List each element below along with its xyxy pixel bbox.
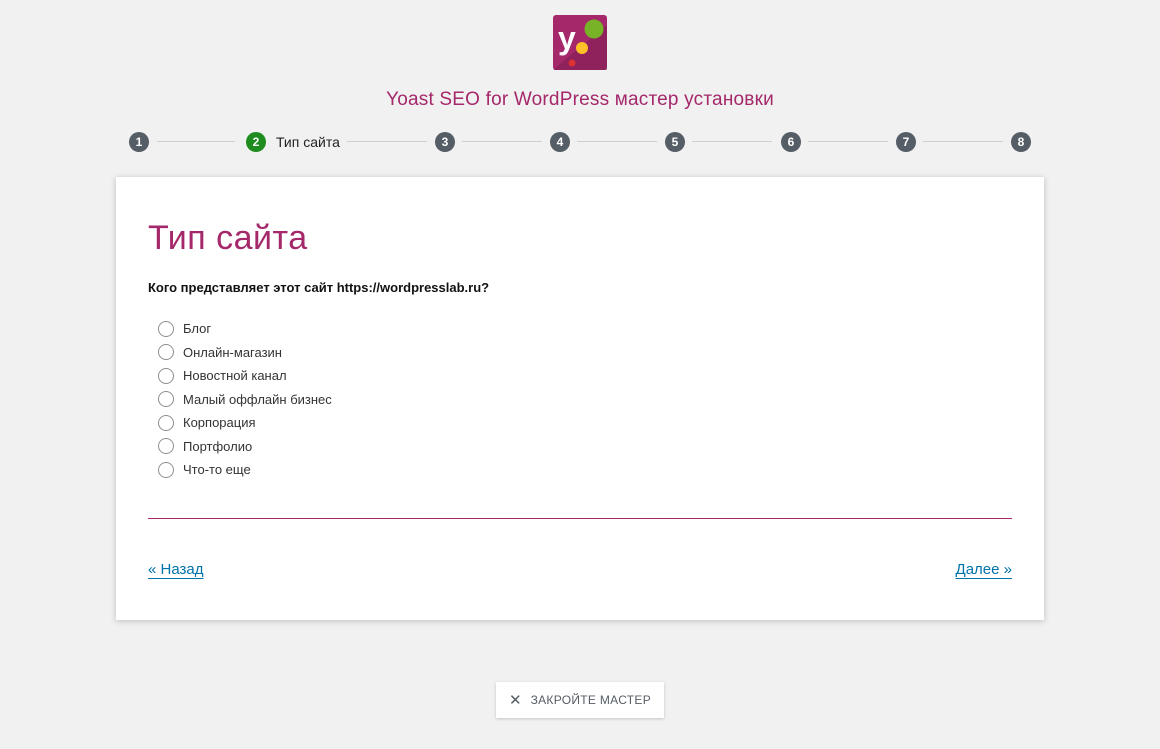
wizard-stepper: 1 2 Тип сайта 3 4 5 6 7 8: [0, 131, 1160, 153]
option-blog[interactable]: Блог: [158, 317, 332, 341]
option-label: Новостной канал: [183, 368, 287, 384]
radio-button[interactable]: [158, 344, 174, 361]
step-connector: [692, 141, 772, 142]
step-connector: [157, 141, 235, 142]
step-connector: [923, 141, 1003, 142]
step-5[interactable]: 5: [665, 132, 685, 152]
option-label: Что-то еще: [183, 462, 251, 478]
option-label: Онлайн-магазин: [183, 344, 282, 360]
option-news-channel[interactable]: Новостной канал: [158, 364, 332, 388]
radio-button[interactable]: [158, 438, 174, 455]
option-corporation[interactable]: Корпорация: [158, 411, 332, 435]
step-4[interactable]: 4: [550, 132, 570, 152]
step-connector: [462, 141, 542, 142]
site-type-question: Кого представляет этот сайт https://word…: [148, 280, 490, 295]
radio-button[interactable]: [158, 391, 174, 408]
step-connector: [347, 141, 427, 142]
yoast-logo-icon: y: [553, 15, 607, 70]
radio-button[interactable]: [158, 367, 174, 384]
close-icon: ✕: [508, 691, 522, 709]
option-portfolio[interactable]: Портфолио: [158, 435, 332, 459]
step-6[interactable]: 6: [781, 132, 801, 152]
option-label: Корпорация: [183, 415, 256, 431]
step-1[interactable]: 1: [129, 132, 149, 152]
active-step-label: Тип сайта: [276, 134, 340, 150]
option-label: Малый оффлайн бизнес: [183, 391, 332, 407]
close-wizard-button[interactable]: ✕ ЗАКРОЙТЕ МАСТЕР: [496, 682, 664, 718]
option-label: Портфолио: [183, 438, 253, 454]
step-2-active[interactable]: 2: [246, 132, 266, 152]
step-connector: [577, 141, 657, 142]
close-wizard-label: ЗАКРОЙТЕ МАСТЕР: [530, 693, 652, 707]
site-type-options: Блог Онлайн-магазин Новостной канал Малы…: [158, 317, 332, 482]
wizard-card: Тип сайта Кого представляет этот сайт ht…: [116, 177, 1044, 620]
next-link[interactable]: Далее »: [956, 561, 1012, 578]
radio-button[interactable]: [158, 461, 174, 478]
radio-button[interactable]: [158, 414, 174, 431]
card-divider: [148, 518, 1012, 519]
option-label: Блог: [183, 321, 212, 337]
step-3[interactable]: 3: [435, 132, 455, 152]
back-link[interactable]: « Назад: [148, 561, 204, 578]
option-small-offline-business[interactable]: Малый оффлайн бизнес: [158, 388, 332, 412]
step-connector: [808, 141, 888, 142]
step-7[interactable]: 7: [896, 132, 916, 152]
option-online-shop[interactable]: Онлайн-магазин: [158, 341, 332, 365]
radio-button[interactable]: [158, 320, 174, 337]
step-8[interactable]: 8: [1011, 132, 1031, 152]
svg-text:y: y: [558, 20, 576, 56]
card-title: Тип сайта: [148, 219, 308, 257]
option-something-else[interactable]: Что-то еще: [158, 458, 332, 482]
wizard-title: Yoast SEO for WordPress мастер установки: [386, 89, 774, 110]
